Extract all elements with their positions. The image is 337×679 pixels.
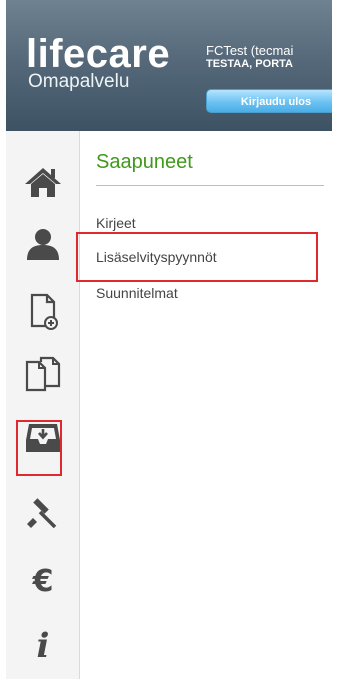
- nav-item-payments[interactable]: €: [6, 551, 80, 609]
- main-content: Saapuneet Kirjeet Lisäselvityspyynnöt Su…: [80, 131, 332, 679]
- inbox-highlight: [16, 420, 62, 476]
- brand-name: lifecare: [26, 32, 171, 76]
- nav-item-home[interactable]: [6, 153, 80, 211]
- user-icon: [27, 229, 59, 260]
- menu-item-highlight: [76, 232, 318, 282]
- info-icon: i: [37, 626, 50, 664]
- documents-icon: [25, 356, 61, 392]
- logout-button[interactable]: Kirjaudu ulos: [206, 89, 332, 113]
- gavel-icon: [27, 498, 57, 529]
- new-document-icon: [30, 293, 58, 330]
- brand-logo[interactable]: lifecare Omapalvelu: [26, 32, 171, 92]
- nav-item-info[interactable]: i: [6, 615, 80, 673]
- title-divider: [96, 185, 324, 186]
- nav-item-documents[interactable]: [6, 345, 80, 403]
- menu-item-kirjeet[interactable]: Kirjeet: [96, 215, 136, 231]
- home-icon: [25, 168, 61, 197]
- right-margin: [332, 0, 337, 679]
- nav-item-decisions[interactable]: [6, 483, 80, 541]
- user-name: FCTest (tecmai: [206, 43, 294, 58]
- nav-item-new-document[interactable]: [6, 283, 80, 341]
- app-header: lifecare Omapalvelu FCTest (tecmai TESTA…: [6, 0, 332, 131]
- nav-item-profile[interactable]: [6, 215, 80, 273]
- euro-icon: €: [32, 564, 54, 599]
- menu-item-suunnitelmat[interactable]: Suunnitelmat: [96, 285, 178, 301]
- page-title: Saapuneet: [96, 151, 193, 173]
- svg-text:€: €: [32, 564, 54, 599]
- user-organization: TESTAA, PORTA: [206, 58, 293, 70]
- svg-text:i: i: [37, 626, 50, 664]
- nav-rail: € i: [6, 131, 80, 679]
